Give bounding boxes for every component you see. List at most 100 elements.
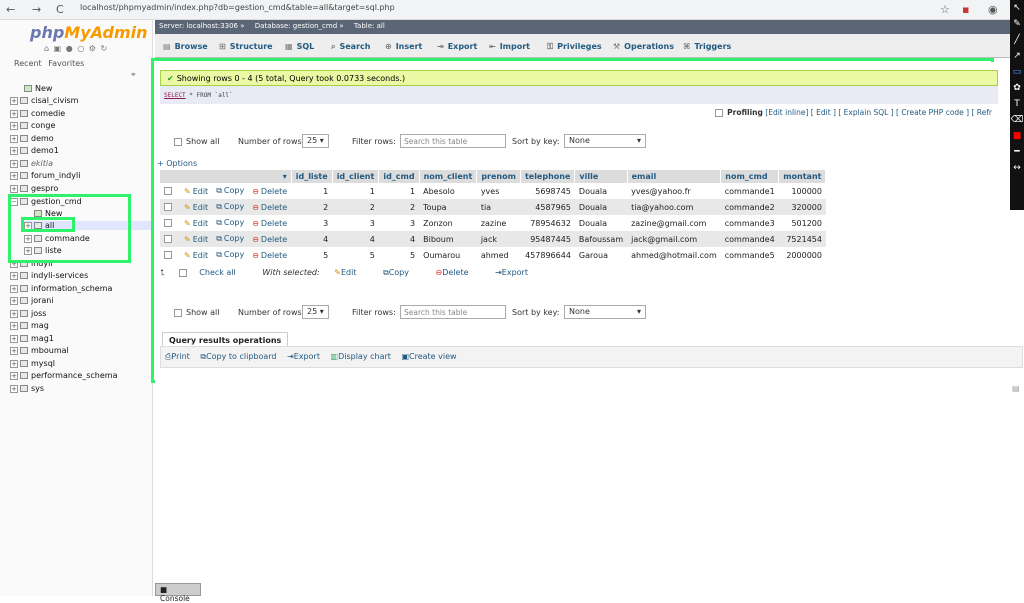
forward-icon[interactable]: → [32, 3, 41, 16]
bulk-copy[interactable]: ⧉Copy [383, 268, 421, 277]
tab-triggers[interactable]: ⌘ Triggers [683, 42, 731, 51]
arrow-icon[interactable]: ↗ [1010, 48, 1024, 64]
table-cell[interactable]: 2 [378, 199, 420, 215]
table-cell[interactable]: Garoua [574, 247, 628, 263]
breadcrumb-server[interactable]: Server: localhost:3306 » [159, 22, 245, 30]
db-item[interactable]: + forum_indyli [10, 171, 80, 180]
table-cell[interactable]: Oumarou [419, 247, 477, 263]
col-header[interactable]: prenom [476, 170, 521, 183]
table-cell[interactable]: 1 [291, 183, 333, 199]
star-icon[interactable]: ☆ [940, 3, 950, 16]
row-checkbox[interactable] [164, 219, 172, 227]
address-bar[interactable]: localhost/phpmyadmin/index.php?db=gestio… [80, 3, 395, 12]
col-header[interactable]: id_cmd [378, 170, 420, 183]
nav-tab-recent[interactable]: Recent [14, 59, 42, 68]
table-cell[interactable]: 5698745 [520, 183, 575, 199]
table-cell[interactable]: ahmed@hotmail.com [627, 247, 721, 263]
table-cell[interactable]: ahmed [476, 247, 521, 263]
table-cell[interactable]: Bafoussam [574, 231, 628, 247]
tab-insert[interactable]: ⊕ Insert [385, 42, 422, 51]
table-cell[interactable]: 4 [332, 231, 379, 247]
db-item[interactable]: + mysql [10, 359, 55, 368]
tab-privileges[interactable]: ⚿ Privileges [547, 42, 602, 52]
db-item[interactable]: + mag1 [10, 334, 54, 343]
table-cell[interactable]: 2 [291, 199, 333, 215]
rectangle-icon[interactable]: ▭ [1010, 64, 1024, 80]
table-cell[interactable]: 95487445 [520, 231, 575, 247]
table-cell[interactable]: commande2 [720, 199, 779, 215]
row-copy[interactable]: ⧉ Copy [212, 199, 249, 215]
row-checkbox[interactable] [164, 203, 172, 211]
table-cell[interactable]: 4 [378, 231, 420, 247]
display-chart-link[interactable]: ▥Display chart [331, 352, 395, 361]
table-cell[interactable]: 3 [378, 215, 420, 231]
logout-icon[interactable]: ▣ [54, 44, 63, 53]
row-checkbox[interactable] [164, 235, 172, 243]
db-item[interactable]: + mag [10, 321, 49, 330]
table-cell[interactable]: zazine@gmail.com [627, 215, 721, 231]
db-item[interactable]: + demo [10, 134, 54, 143]
num-rows-select[interactable]: 25 ▾ [302, 134, 329, 148]
table-cell[interactable]: Douala [574, 215, 628, 231]
palette-icon[interactable]: ✿ [1010, 80, 1024, 96]
line-icon[interactable]: ╱ [1010, 32, 1024, 48]
table-cell[interactable]: Abesolo [419, 183, 477, 199]
query-links[interactable]: [Edit inline] [ Edit ] [ Explain SQL ] [… [765, 108, 992, 117]
table-cell[interactable]: yves@yahoo.fr [627, 183, 721, 199]
tab-export[interactable]: ⇥ Export [437, 42, 477, 51]
db-item[interactable]: + indyli-services [10, 271, 88, 280]
table-cell[interactable]: jack [476, 231, 521, 247]
db-item[interactable]: + joss [10, 309, 46, 318]
breadcrumb-database[interactable]: Database: gestion_cmd » [255, 22, 344, 30]
table-cell[interactable]: 2000000 [778, 247, 826, 263]
row-edit[interactable]: ✎ Edit [180, 215, 213, 231]
row-delete[interactable]: ⊖ Delete [248, 199, 292, 215]
filter-input[interactable]: Search this table [400, 134, 506, 148]
sort-select[interactable]: None ▾ [564, 134, 646, 148]
row-copy[interactable]: ⧉ Copy [212, 183, 249, 199]
profiling-checkbox[interactable] [715, 109, 724, 117]
eraser-icon[interactable]: ⌫ [1010, 112, 1024, 128]
table-cell[interactable]: 78954632 [520, 215, 575, 231]
table-cell[interactable]: commande5 [720, 247, 779, 263]
num-rows-select[interactable]: 25 ▾ [302, 305, 329, 319]
db-item[interactable]: + information_schema [10, 284, 112, 293]
profile-icon[interactable]: ◉ [988, 3, 998, 16]
table-cell[interactable]: 4 [291, 231, 333, 247]
table-cell[interactable]: commande4 [720, 231, 779, 247]
db-item[interactable]: + performance_schema [10, 371, 118, 380]
table-cell[interactable]: Zonzon [419, 215, 477, 231]
col-header[interactable]: montant [778, 170, 827, 183]
db-item[interactable]: + cisal_civism [10, 96, 78, 105]
row-delete[interactable]: ⊖ Delete [248, 231, 292, 247]
stroke-icon[interactable]: ━ [1010, 144, 1024, 160]
sort-select[interactable]: None ▾ [564, 305, 646, 319]
col-header[interactable]: nom_client [419, 170, 478, 183]
row-copy[interactable]: ⧉ Copy [212, 231, 249, 247]
cursor-icon[interactable]: ↖ [1010, 0, 1024, 16]
table-cell[interactable]: 320000 [778, 199, 826, 215]
table-cell[interactable]: 5 [332, 247, 379, 263]
table-cell[interactable]: 3 [332, 215, 379, 231]
table-cell[interactable]: yves [476, 183, 521, 199]
phpmyadmin-logo[interactable]: phpMyAdmin [30, 23, 148, 42]
settings-icon[interactable]: ⚙ [89, 44, 97, 53]
row-checkbox[interactable] [164, 187, 172, 195]
row-edit[interactable]: ✎ Edit [180, 231, 213, 247]
row-delete[interactable]: ⊖ Delete [248, 215, 292, 231]
db-item[interactable]: + conge [10, 121, 55, 130]
table-cell[interactable]: 5 [291, 247, 333, 263]
help-icon[interactable]: ● [66, 44, 74, 53]
home-icon[interactable]: ⌂ [44, 44, 50, 53]
page-settings-icon[interactable]: ▤ [1012, 384, 1020, 393]
check-all[interactable]: Check all [179, 268, 248, 277]
export-link[interactable]: ⇥Export [287, 352, 324, 361]
tab-structure[interactable]: ⊞ Structure [219, 42, 273, 51]
console-button[interactable]: ■ Console [155, 583, 201, 603]
db-item[interactable]: + demo1 [10, 146, 59, 155]
table-cell[interactable]: 5 [378, 247, 420, 263]
extension-icon[interactable]: ▪ [962, 3, 969, 16]
sort-arrow-header[interactable]: ▾ [160, 170, 292, 183]
copy-clipboard-link[interactable]: ⧉Copy to clipboard [200, 352, 280, 361]
table-cell[interactable]: 501200 [778, 215, 826, 231]
